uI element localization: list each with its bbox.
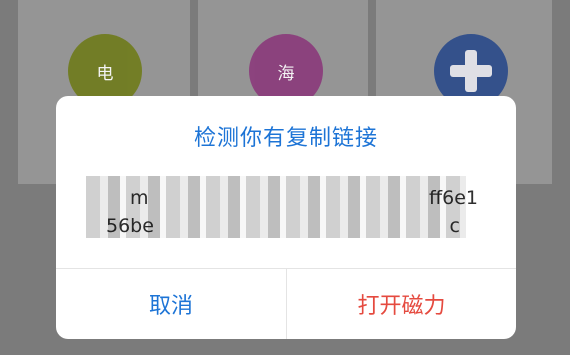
app-icon-label: 海 [277,63,295,84]
cancel-button[interactable]: 取消 [56,269,286,339]
app-icon-label: 电 [96,63,114,84]
open-magnet-button[interactable]: 打开磁力 [287,269,516,339]
copy-link-dialog: 检测你有复制链接 m ff6e1 56be c 取消 打开磁力 [56,96,516,339]
plus-bar-vertical [465,50,477,92]
dialog-title: 检测你有复制链接 [193,126,378,151]
redaction-mosaic [86,176,466,238]
